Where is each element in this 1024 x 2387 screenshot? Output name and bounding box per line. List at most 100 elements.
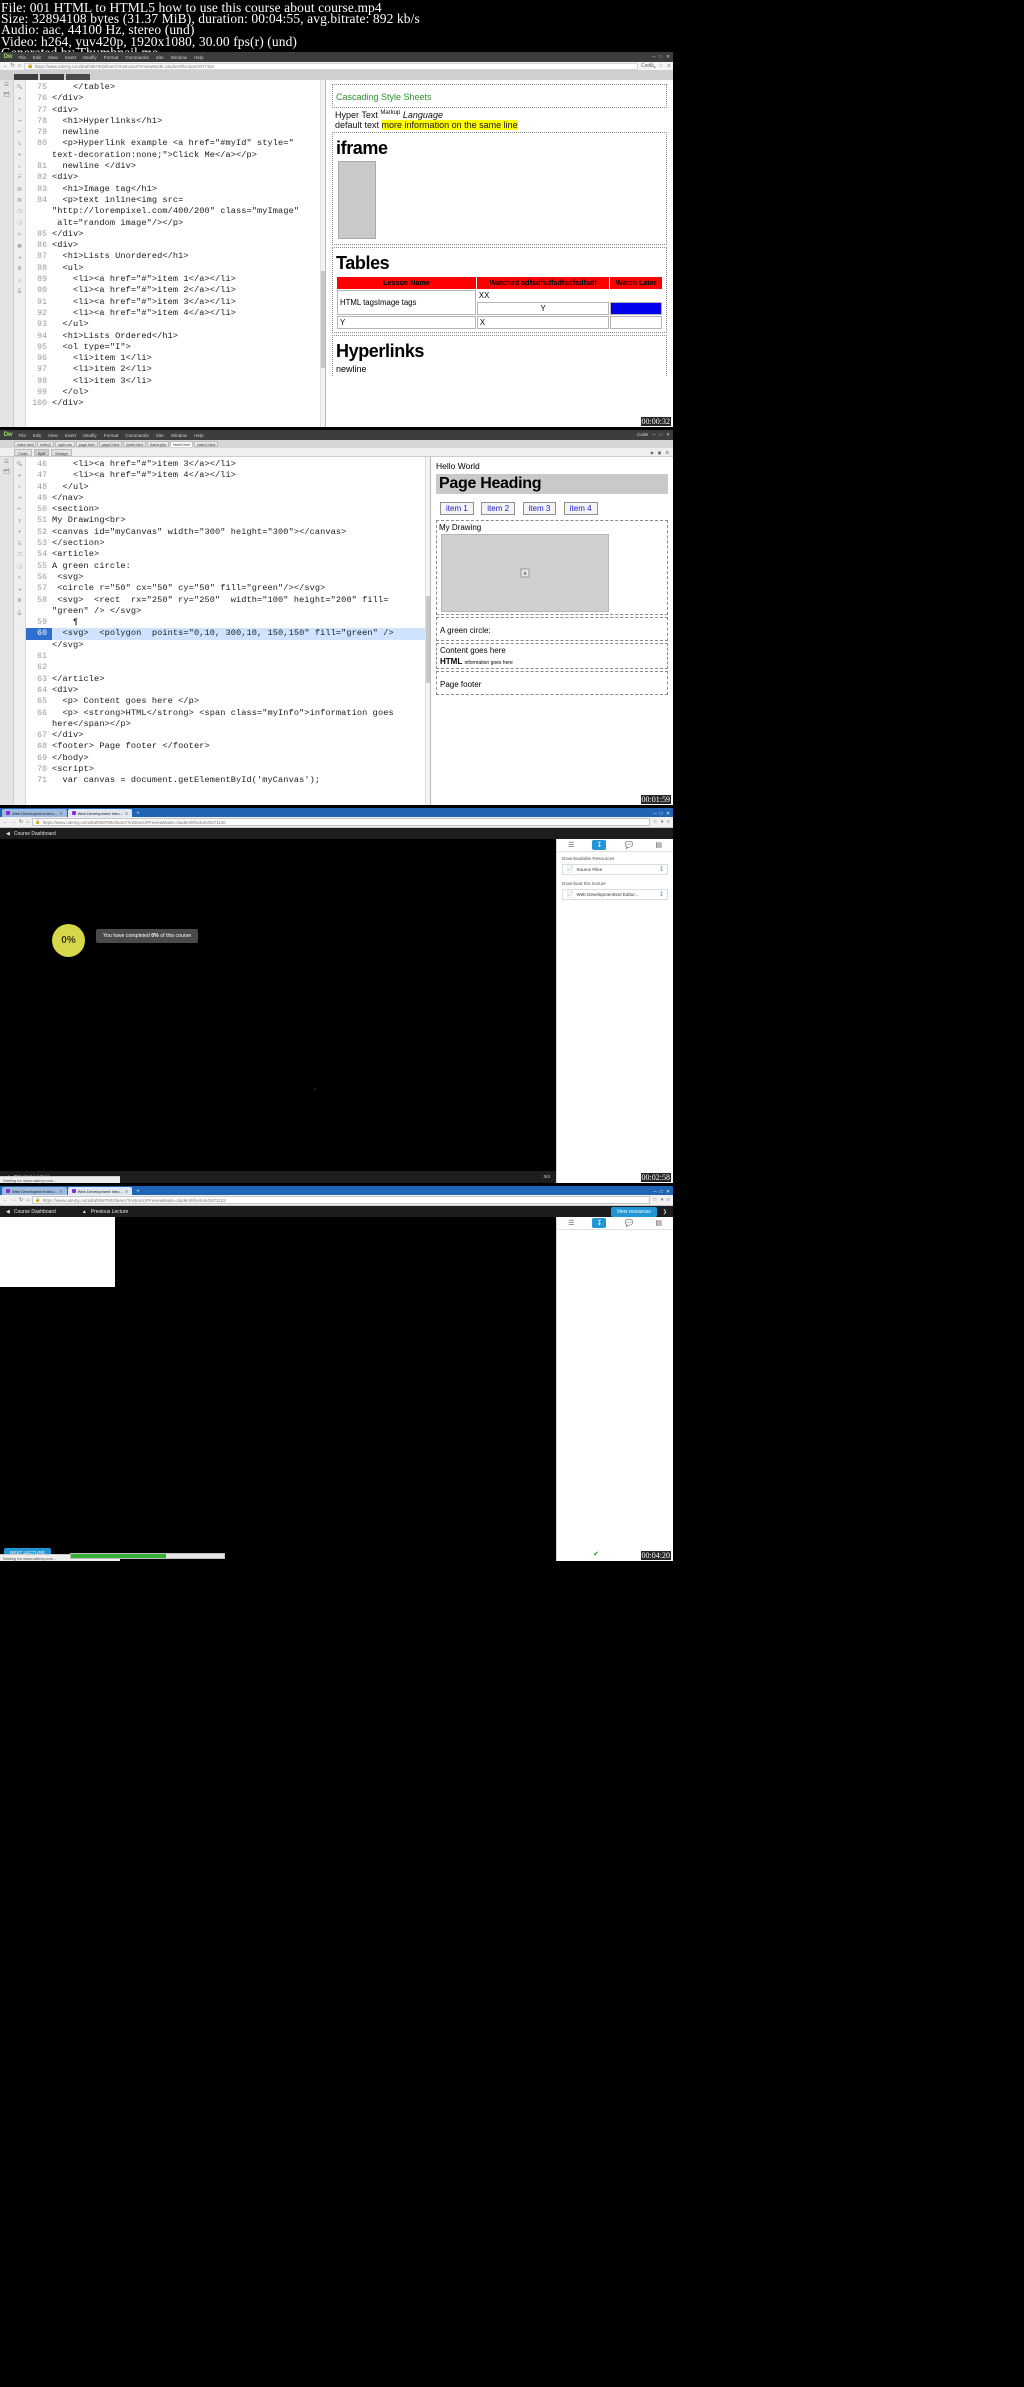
list-icon[interactable]: ☰ bbox=[564, 840, 578, 850]
code-line[interactable]: 55 A green circle: bbox=[26, 561, 430, 572]
canvas-element[interactable]: ▲ bbox=[441, 534, 609, 612]
copy-icon[interactable]: ❐ bbox=[17, 552, 21, 558]
pointer-icon[interactable]: ➜ bbox=[18, 587, 22, 593]
note-icon[interactable]: ▤ bbox=[651, 1218, 666, 1228]
code-editor-pane[interactable]: 75 </table> 76 </div> 77 <div> 78 <h1>Hyperli… bbox=[26, 80, 325, 427]
code-line[interactable]: 78 <h1>Hyperlinks</h1> bbox=[26, 116, 325, 127]
forward-icon[interactable]: → bbox=[11, 1197, 16, 1203]
comment-icon[interactable]: ☰ bbox=[17, 541, 21, 547]
menu-help[interactable]: Help bbox=[191, 433, 207, 438]
menu-edit[interactable]: Edit bbox=[29, 55, 44, 60]
menu-window[interactable]: Window bbox=[167, 55, 190, 60]
uncomment-icon[interactable]: ▤ bbox=[17, 186, 21, 192]
window-close-button[interactable]: ✕ bbox=[666, 811, 670, 817]
code-label[interactable]: Code bbox=[641, 63, 653, 69]
menu-icon[interactable]: ≡ bbox=[665, 63, 673, 69]
code-line[interactable]: 77 <div> bbox=[26, 105, 325, 116]
file-tab-style[interactable]: style.css bbox=[54, 440, 75, 448]
file-tab-index[interactable]: index.html bbox=[14, 440, 37, 448]
mode-code-button[interactable]: Code bbox=[14, 448, 32, 456]
code-line[interactable]: 79 newline bbox=[26, 127, 325, 138]
download-icon[interactable]: ↧ bbox=[592, 840, 607, 850]
code-line[interactable]: 88 <ul> bbox=[26, 263, 325, 274]
files-icon[interactable]: 🗂 bbox=[3, 469, 9, 475]
code-line[interactable]: 61 bbox=[26, 651, 430, 662]
file-tab-footer[interactable]: footer.html bbox=[123, 440, 147, 448]
code-line[interactable]: 57 <circle r="50" cx="50" cy="50" fill="… bbox=[26, 583, 430, 594]
code-line[interactable]: 65 <p> Content goes here </p> bbox=[26, 696, 430, 707]
reload-icon[interactable]: ↻ bbox=[9, 63, 16, 69]
chat-icon[interactable]: 💬 bbox=[620, 840, 637, 850]
paste-icon[interactable]: ❑ bbox=[17, 564, 21, 570]
outdent-icon[interactable]: ⇤ bbox=[18, 506, 22, 512]
bullets-icon[interactable]: ≡ bbox=[18, 278, 21, 283]
zoom-icon[interactable]: 🔍 bbox=[17, 84, 23, 90]
code-line[interactable]: here</span></p> bbox=[26, 719, 430, 730]
code-line[interactable]: 91 <li><a href="#">item 3</a></li> bbox=[26, 297, 325, 308]
menu-modify[interactable]: Modify bbox=[80, 433, 101, 438]
menu-format[interactable]: Format bbox=[100, 55, 122, 60]
collapse-icon[interactable]: ▾ bbox=[18, 529, 20, 535]
refresh-icon[interactable]: ✦ bbox=[18, 96, 22, 102]
profile-icon[interactable]: ● bbox=[660, 1197, 663, 1203]
code-line[interactable]: 83 <h1>Image tag</h1> bbox=[26, 184, 325, 195]
close-tab-icon[interactable]: ✕ bbox=[59, 811, 62, 816]
code-line[interactable]: text-decoration:none;">Click Me</a></p> bbox=[26, 150, 325, 161]
code-line[interactable]: 89 <li><a href="#">item 1</a></li> bbox=[26, 274, 325, 285]
menu-format[interactable]: Format bbox=[100, 433, 122, 438]
indent-icon[interactable]: ⇥ bbox=[18, 495, 22, 501]
code-line[interactable]: 86 <div> bbox=[26, 240, 325, 251]
window-maximize-button[interactable]: □ bbox=[659, 432, 662, 438]
nav-item-3[interactable]: item 3 bbox=[522, 502, 557, 515]
previous-lecture-arrow-icon[interactable]: ▲ bbox=[82, 1209, 87, 1215]
code-line[interactable]: 70 <script> bbox=[26, 764, 430, 775]
code-line[interactable]: 76 </div> bbox=[26, 93, 325, 104]
files-icon[interactable]: 🗂 bbox=[3, 92, 9, 98]
code-line[interactable]: 100 </div> bbox=[26, 398, 325, 409]
code-line[interactable]: 67 </div> bbox=[26, 730, 430, 741]
new-tab-button[interactable]: + bbox=[133, 1189, 143, 1195]
menu-file[interactable]: File bbox=[15, 55, 29, 60]
nav-item-1[interactable]: item 1 bbox=[440, 502, 474, 515]
collapse-icon[interactable]: ▾ bbox=[18, 152, 20, 158]
window-minimize-button[interactable]: ─ bbox=[652, 432, 655, 438]
menu-site[interactable]: Site bbox=[152, 433, 167, 438]
note-icon[interactable]: ▤ bbox=[651, 840, 666, 850]
code-label-2[interactable]: Code bbox=[637, 432, 648, 438]
menu-icon[interactable]: ≡ bbox=[667, 819, 670, 825]
code-line[interactable]: 51 My Drawing<br> bbox=[26, 515, 430, 526]
mode-design-button[interactable]: Design bbox=[51, 448, 72, 456]
code-editor-pane-2[interactable]: 46 <li><a href="#">item 3</a></li> 47 <li… bbox=[26, 457, 430, 805]
reload-icon[interactable]: ↻ bbox=[19, 1197, 23, 1203]
dashboard-arrow-icon[interactable]: ◀ bbox=[6, 1209, 10, 1215]
site-icon[interactable]: ☷ bbox=[4, 459, 8, 465]
star-icon[interactable]: ☆ bbox=[653, 1197, 658, 1203]
align-icon[interactable]: ≣ bbox=[18, 598, 22, 604]
back-icon[interactable]: ← bbox=[2, 63, 9, 69]
code-line[interactable]: 97 <li>item 2</li> bbox=[26, 364, 325, 375]
menu-commands[interactable]: Commands bbox=[122, 433, 153, 438]
chat-icon[interactable]: 💬 bbox=[620, 1218, 637, 1228]
code-line[interactable]: 95 <ol type="I"> bbox=[26, 342, 325, 353]
file-tab-html5-active[interactable]: html5.html bbox=[170, 440, 193, 448]
code-line[interactable]: 94 <h1>Lists Ordered</h1> bbox=[26, 331, 325, 342]
back-icon[interactable]: ← bbox=[3, 1197, 8, 1203]
code-line[interactable]: 68 <footer> Page footer </footer> bbox=[26, 741, 430, 752]
code-line[interactable]: 62 bbox=[26, 662, 430, 673]
back-icon[interactable]: ← bbox=[3, 819, 8, 825]
code-line[interactable]: 56 <svg> bbox=[26, 572, 430, 583]
wrap-icon[interactable]: ↯ bbox=[18, 518, 22, 524]
code-line[interactable]: 81 newline </div> bbox=[26, 161, 325, 172]
code-line[interactable]: 63 </article> bbox=[26, 674, 430, 685]
download-icon[interactable]: ↧ bbox=[592, 1218, 607, 1228]
pencil-icon[interactable]: ✎ bbox=[18, 232, 22, 238]
menu-icon[interactable]: ≡ bbox=[667, 1197, 670, 1203]
file-tab-index2html[interactable]: index2.html bbox=[193, 440, 219, 448]
code-line[interactable]: 60 <svg> <polygon points="0,10, 300,10, … bbox=[26, 628, 430, 640]
code-line[interactable]: 46 <li><a href="#">item 3</a></li> bbox=[26, 459, 430, 470]
menu-site[interactable]: Site bbox=[152, 55, 167, 60]
code-line[interactable]: "http://lorempixel.com/400/200" class="m… bbox=[26, 206, 325, 217]
browser-tab-2-active[interactable]: Web Development Intro... ✕ bbox=[67, 809, 133, 817]
window-close-button[interactable]: ✕ bbox=[666, 432, 670, 438]
profile-icon[interactable]: ● bbox=[660, 819, 663, 825]
